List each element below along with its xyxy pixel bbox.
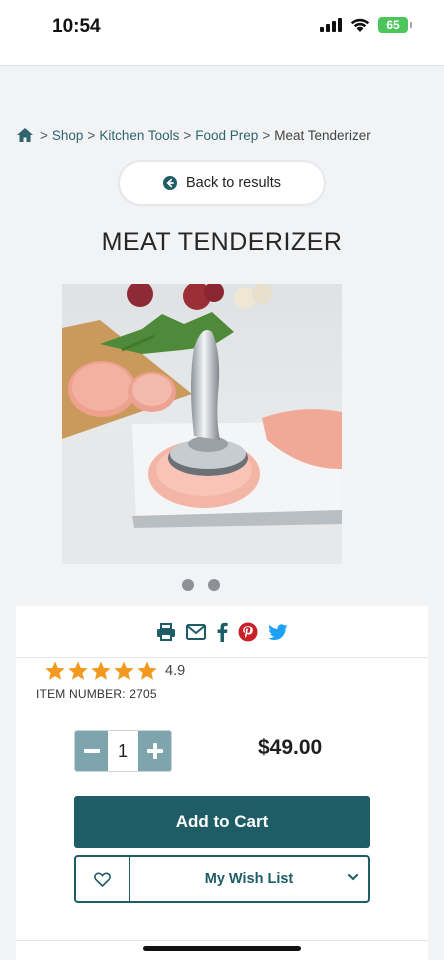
star-icon	[114, 661, 134, 680]
carousel-dot-2[interactable]	[208, 579, 220, 591]
image-carousel-dots	[182, 579, 220, 591]
email-icon[interactable]	[186, 623, 206, 640]
cellular-signal-icon	[320, 18, 342, 32]
product-image[interactable]	[62, 284, 342, 564]
status-time: 10:54	[52, 16, 101, 37]
breadcrumb-food-prep[interactable]: Food Prep	[195, 128, 258, 143]
product-price: $49.00	[258, 736, 323, 759]
rating-value: 4.9	[165, 663, 186, 679]
item-number: ITEM NUMBER: 2705	[36, 687, 157, 701]
wish-list-label: My Wish List	[204, 871, 294, 887]
quantity-input[interactable]: 1	[108, 731, 138, 771]
breadcrumb-shop[interactable]: Shop	[52, 128, 84, 143]
rating-stars[interactable]: 4.9	[44, 660, 185, 682]
home-indicator[interactable]	[143, 946, 301, 951]
quantity-increase-button[interactable]	[138, 731, 171, 771]
wifi-icon	[350, 18, 370, 32]
breadcrumb-separator: >	[183, 127, 192, 143]
wish-list-dropdown[interactable]: My Wish List	[130, 857, 368, 901]
breadcrumb-separator: >	[40, 127, 48, 143]
share-row	[16, 606, 428, 658]
back-to-results-label: Back to results	[185, 175, 282, 191]
add-to-cart-button[interactable]: Add to Cart	[74, 796, 370, 848]
card-divider	[16, 940, 428, 941]
print-icon[interactable]	[156, 622, 176, 641]
breadcrumb-current: Meat Tenderizer	[274, 127, 371, 143]
battery-icon: 65	[378, 17, 412, 33]
facebook-icon[interactable]	[216, 622, 228, 642]
pinterest-icon[interactable]	[238, 622, 258, 642]
breadcrumb-kitchen-tools[interactable]: Kitchen Tools	[99, 128, 179, 143]
wish-list-control: My Wish List	[74, 855, 370, 903]
carousel-dot-1[interactable]	[182, 579, 194, 591]
product-title: MEAT TENDERIZER	[101, 228, 343, 256]
quantity-stepper: 1	[74, 730, 172, 772]
chevron-down-icon	[348, 874, 358, 881]
star-icon	[91, 661, 111, 680]
arrow-left-circle-icon	[162, 176, 177, 190]
home-icon[interactable]	[16, 127, 34, 143]
back-to-results-button[interactable]: Back to results	[120, 162, 324, 204]
product-details-card: 4.9 ITEM NUMBER: 2705 1 $49.00 Add to Ca…	[16, 606, 428, 960]
minus-icon	[83, 749, 100, 753]
breadcrumb-separator: >	[262, 127, 271, 143]
battery-level: 65	[386, 18, 400, 32]
heart-icon	[94, 871, 111, 887]
star-icon	[45, 661, 65, 680]
twitter-icon[interactable]	[268, 623, 288, 640]
breadcrumb-separator: >	[87, 127, 96, 143]
wish-list-heart-button[interactable]	[76, 857, 130, 901]
star-icon	[68, 661, 88, 680]
star-icon	[137, 661, 157, 680]
quantity-decrease-button[interactable]	[75, 731, 108, 771]
plus-icon	[146, 743, 163, 759]
breadcrumb: > Shop > Kitchen Tools > Food Prep > Mea…	[16, 127, 371, 143]
status-bar: 10:54 65	[0, 0, 444, 66]
